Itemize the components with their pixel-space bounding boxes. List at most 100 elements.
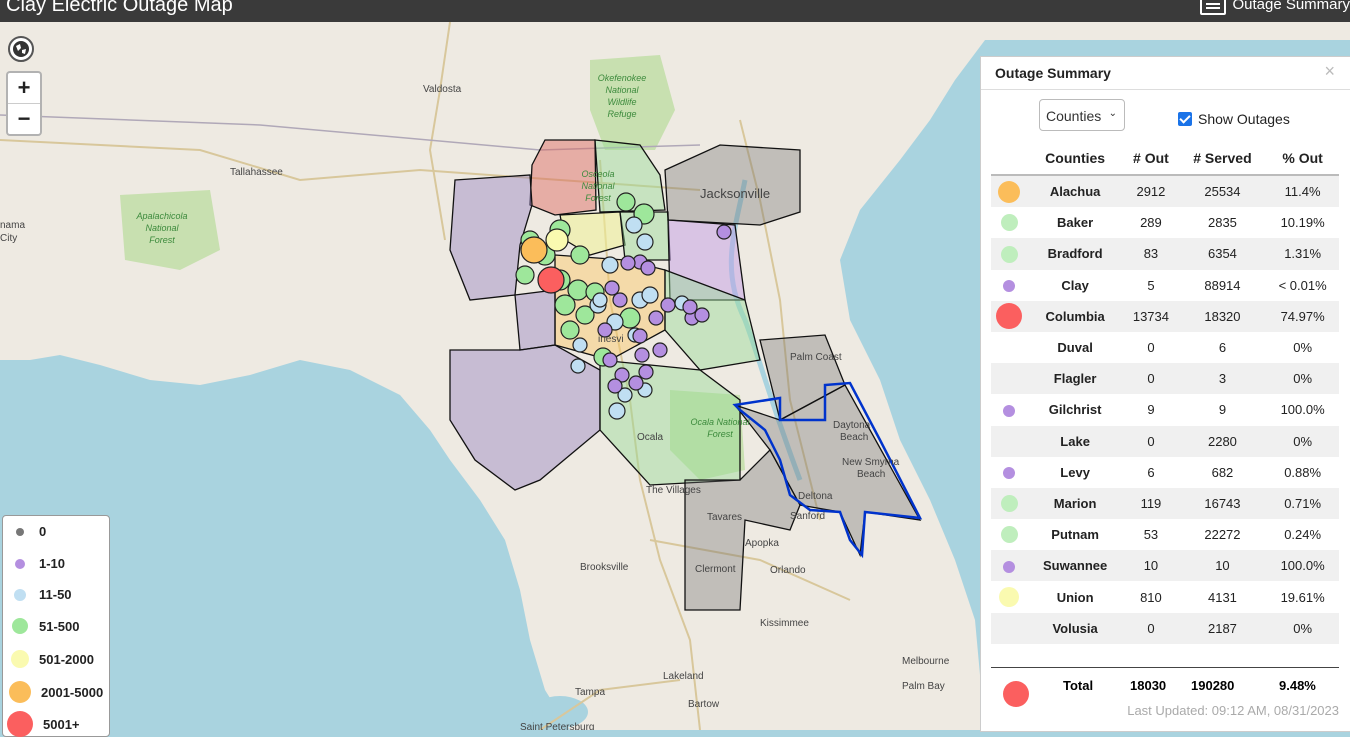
label-palm-coast: Palm Coast [790,352,842,363]
col-served: # Served [1178,141,1267,176]
county-status-dot [991,300,1027,332]
table-row[interactable]: Flagler 0 3 0% [991,363,1339,395]
close-icon[interactable]: × [1324,61,1335,82]
county-name: Duval [1057,340,1093,356]
table-row[interactable]: Gilchrist 9 9 100.0% [991,394,1339,425]
county-served: 2280 [1178,425,1267,457]
county-name: Bradford [1027,238,1124,270]
county-status-dot [991,487,1027,520]
label-osceola-3: Forest [585,193,611,203]
show-outages-checkbox[interactable]: Show Outages [1178,111,1290,127]
outage-level-dot [1003,404,1015,417]
checkbox-checked-icon [1178,112,1192,126]
list-icon [1200,0,1227,15]
basemap-toggle-button[interactable] [8,36,34,62]
table-row[interactable]: Lake 0 2280 0% [991,425,1339,457]
label-okefenokee-1: Okefenokee [598,73,647,83]
table-row[interactable]: Volusia 0 2187 0% [991,612,1339,644]
county-status-dot [991,394,1027,425]
outage-level-dot [1000,495,1018,512]
table-row[interactable]: Bradford 83 6354 1.31% [991,238,1339,270]
county-pct: 74.97% [1266,300,1339,332]
county-out: 119 [1123,487,1179,520]
marker-501-2000 [545,228,569,252]
county-pct: 0% [1293,340,1313,356]
total-divider [991,667,1339,668]
table-row[interactable]: Columbia 13734 18320 74.97% [991,300,1339,332]
county-name: Lake [1027,425,1124,457]
legend-dot-2001-5000 [9,681,31,703]
table-row[interactable]: Suwannee 10 10 100.0% [991,550,1339,582]
county-name: Marion [1027,487,1124,520]
county-out: 6 [1147,464,1155,480]
county-out: 53 [1143,527,1159,543]
county-pct: 19.61% [1280,589,1325,605]
label-valdosta: Valdosta [423,84,462,95]
county-name: Baker [1057,215,1094,231]
county-pct: 0% [1266,425,1339,457]
county-name: Levy [1060,464,1090,480]
zoom-in-button[interactable]: + [8,73,40,104]
total-out: 18030 [1130,678,1167,693]
outage-summary-label: Outage Summary [1232,0,1350,13]
county-status-dot [991,581,1027,612]
county-out: 0 [1123,612,1179,644]
county-name: Clay [1061,277,1089,293]
table-row[interactable]: Duval 0 6 0% [991,332,1339,363]
zoom-out-button[interactable]: − [8,104,40,134]
label-ocala-forest-2: Forest [707,429,733,439]
legend-item: 51-500 [11,618,79,634]
county-name: Union [1056,589,1094,605]
county-name: Volusia [1027,612,1124,644]
legend-dot-0 [16,527,24,536]
county-summary-table: Counties # Out # Served % Out Alachua 291… [991,141,1339,644]
table-row[interactable]: Marion 119 16743 0.71% [991,487,1339,520]
county-pct: 0.88% [1284,464,1322,480]
panel-header: Outage Summary × [981,57,1350,90]
outage-summary-panel: Outage Summary × Counties ⌄ Show Outages… [980,56,1350,732]
label-deltona: Deltona [798,491,833,502]
county-out: 83 [1123,238,1179,270]
legend-item: 0 [11,524,46,539]
label-clermont: Clermont [695,564,736,575]
table-row[interactable]: Putnam 53 22272 0.24% [991,519,1339,550]
county-served: 6354 [1178,238,1267,270]
label-okefenokee-4: Refuge [607,109,636,119]
label-okefenokee-2: National [605,85,639,95]
zoom-control: + − [6,71,42,136]
county-name: Gilchrist [1048,402,1102,418]
county-status-dot [991,425,1027,457]
table-row[interactable]: Baker 289 2835 10.19% [991,207,1339,238]
legend-item: 501-2000 [11,650,94,668]
table-row[interactable]: Union 810 4131 19.61% [991,581,1339,612]
outage-level-dot [1000,526,1018,544]
outage-level-dot [1000,214,1018,232]
marker-5001-plus [537,266,565,294]
county-status-dot [991,238,1027,270]
col-counties: Counties [1027,141,1124,176]
label-daytona-beach: Beach [840,432,868,443]
label-osceola-1: Osceola [581,169,614,179]
label-daytona: Daytona [833,420,871,431]
total-pct: 9.48% [1279,678,1316,693]
county-status-dot [991,519,1027,550]
county-out: 0 [1123,363,1179,395]
outage-level-dot [1003,467,1015,480]
marker-2001-5000 [520,236,548,264]
outage-legend: 0 1-10 11-50 51-500 501-2000 2001-5000 5… [2,515,110,737]
table-row[interactable]: Alachua 2912 25534 11.4% [991,175,1339,208]
label-apopka: Apopka [745,538,779,549]
table-row[interactable]: Clay 5 88914 < 0.01% [991,270,1339,301]
county-status-dot [991,270,1027,301]
chevron-down-icon: ⌄ [1108,108,1117,119]
label-sanford: Sanford [790,511,825,522]
region-type-select[interactable]: Counties ⌄ [1039,99,1125,131]
legend-dot-5001-plus [7,711,33,737]
outage-summary-button[interactable]: Outage Summary [1200,0,1350,15]
outage-level-dot [996,303,1022,330]
table-row[interactable]: Levy 6 682 0.88% [991,457,1339,488]
total-label: Total [1063,678,1094,693]
county-served: 88914 [1204,277,1241,293]
outage-level-dot [1000,245,1018,263]
county-served: 3 [1178,363,1267,395]
